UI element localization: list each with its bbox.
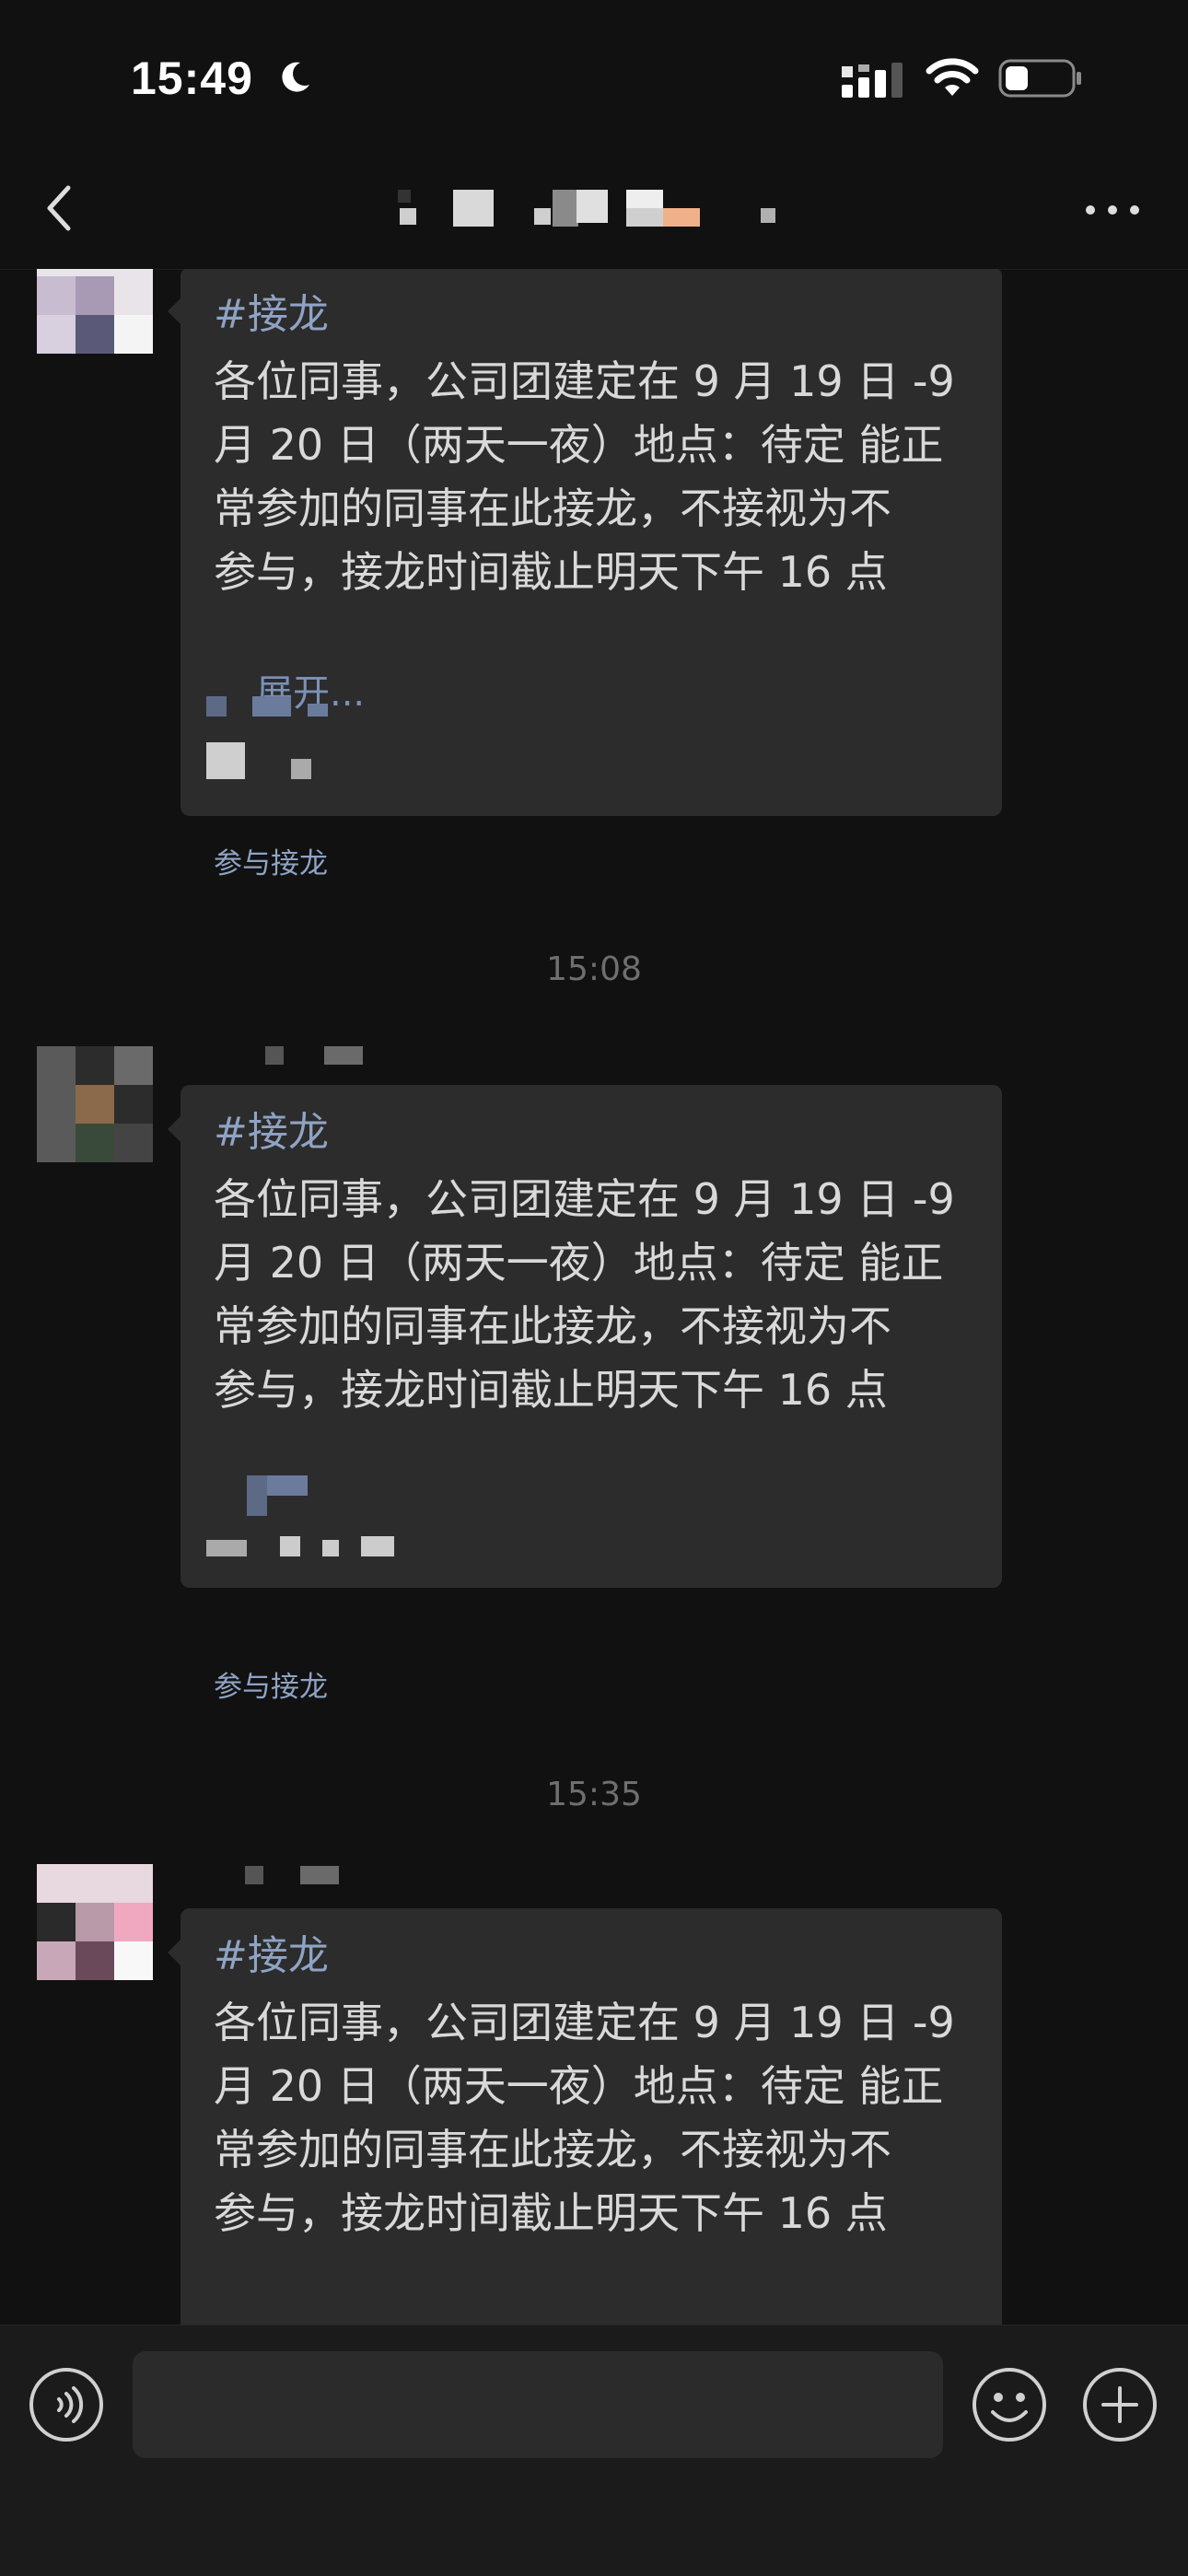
voice-icon[interactable] <box>28 2366 105 2443</box>
avatar[interactable] <box>37 269 153 354</box>
join-solitaire-link[interactable]: 参与接龙 <box>214 1663 328 1705</box>
message-bubble[interactable]: #接龙 各位同事，公司团建定在 9 月 19 日 -9 月 20 日（两天一夜）… <box>168 1908 1002 2325</box>
avatar[interactable] <box>37 1864 153 1980</box>
solitaire-tag: #接龙 <box>214 1932 329 1979</box>
message-text: 各位同事，公司团建定在 9 月 19 日 -9 月 20 日（两天一夜）地点：待… <box>214 356 955 597</box>
pixelated-participant-list <box>206 1475 394 1556</box>
message-text: 各位同事，公司团建定在 9 月 19 日 -9 月 20 日（两天一夜）地点：待… <box>214 1174 955 1415</box>
emoji-icon[interactable] <box>971 2366 1048 2443</box>
message-input[interactable] <box>133 2351 943 2458</box>
chat-header <box>0 147 1188 270</box>
more-dots-icon[interactable] <box>1083 201 1142 219</box>
message-text: 各位同事，公司团建定在 9 月 19 日 -9 月 20 日（两天一夜）地点：待… <box>214 1998 955 2238</box>
message-bubble[interactable]: #接龙 各位同事，公司团建定在 9 月 19 日 -9 月 20 日（两天一夜）… <box>168 269 1002 816</box>
avatar[interactable] <box>37 1046 153 1162</box>
chat-history[interactable]: #接龙 各位同事，公司团建定在 9 月 19 日 -9 月 20 日（两天一夜）… <box>0 269 1188 2325</box>
pixelated-participant-list <box>206 696 328 779</box>
moon-icon <box>282 62 309 92</box>
battery-icon <box>998 59 1081 98</box>
message-bubble[interactable]: #接龙 各位同事，公司团建定在 9 月 19 日 -9 月 20 日（两天一夜）… <box>168 1085 1002 1588</box>
status-time: 15:49 <box>131 52 253 104</box>
cellular-signal-icon <box>842 63 903 98</box>
sender-name-pixelated <box>265 1046 363 1065</box>
chat-timestamp: 15:08 <box>546 950 642 988</box>
wifi-icon <box>926 58 979 96</box>
status-bar: 15:49 <box>0 0 1188 147</box>
input-bar <box>0 2325 1188 2576</box>
solitaire-tag: #接龙 <box>214 291 329 338</box>
bubble-tail <box>168 1116 181 1142</box>
solitaire-tag: #接龙 <box>214 1109 329 1156</box>
bubble-tail <box>168 1940 181 1965</box>
plus-icon[interactable] <box>1081 2366 1159 2443</box>
bubble-tail <box>168 298 181 324</box>
chevron-left-icon[interactable] <box>41 181 77 236</box>
chat-title-pixelated <box>398 190 775 227</box>
chat-timestamp: 15:35 <box>546 1776 642 1813</box>
sender-name-pixelated <box>245 1866 339 1884</box>
join-solitaire-link[interactable]: 参与接龙 <box>214 840 328 881</box>
